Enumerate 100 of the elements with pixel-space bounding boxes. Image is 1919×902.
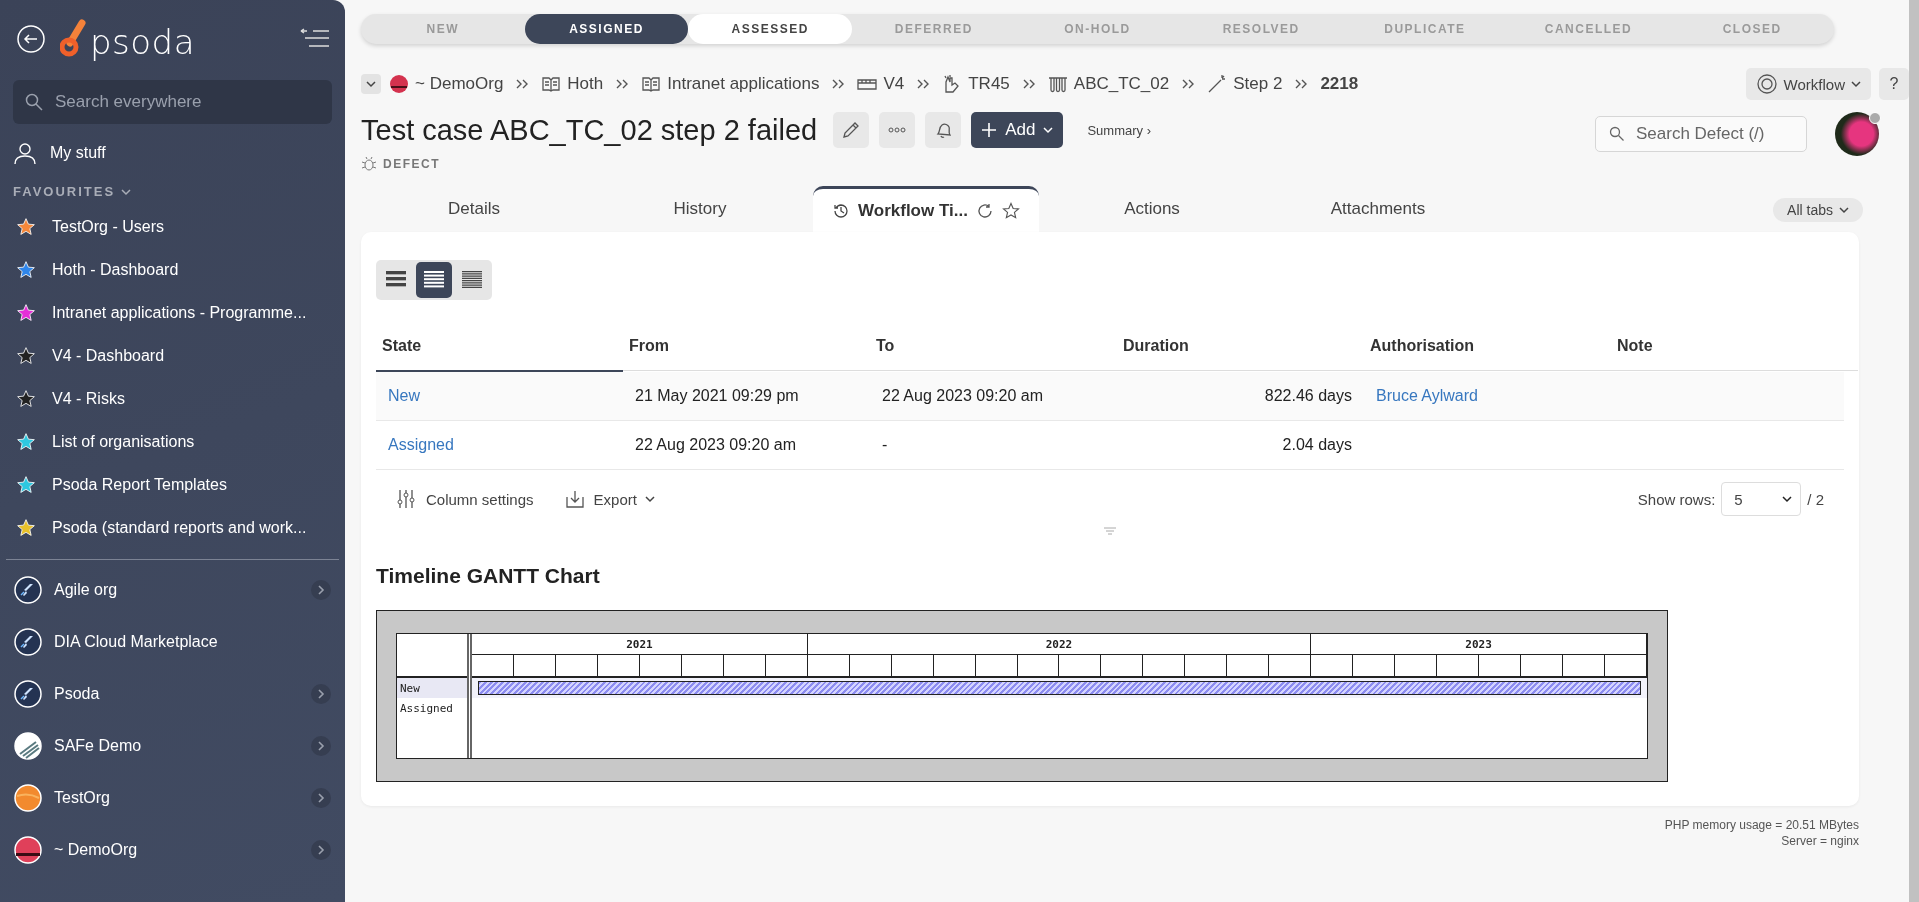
column-header[interactable]: From bbox=[623, 322, 870, 371]
more-button[interactable] bbox=[879, 112, 916, 148]
year-label: 2022 bbox=[1045, 637, 1073, 651]
collapse-menu-icon[interactable] bbox=[299, 28, 331, 50]
column-header[interactable]: To bbox=[870, 322, 1117, 371]
workflow-step[interactable]: ASSESSED bbox=[688, 14, 852, 44]
back-icon[interactable] bbox=[16, 24, 46, 54]
my-stuff-link[interactable]: My stuff bbox=[0, 132, 345, 174]
sliders-icon bbox=[396, 488, 418, 510]
bug-icon bbox=[361, 156, 377, 172]
breadcrumb-link[interactable]: ~ DemoOrg bbox=[415, 74, 504, 94]
breadcrumb-link[interactable]: V4 bbox=[883, 74, 905, 94]
table-cell: 822.46 days bbox=[1264, 387, 1352, 405]
wand-icon bbox=[1207, 74, 1228, 94]
refresh-icon[interactable] bbox=[975, 201, 994, 220]
sunset-avatar-icon bbox=[14, 836, 42, 864]
table-link[interactable]: Assigned bbox=[388, 436, 454, 454]
caret-icon bbox=[1839, 206, 1849, 214]
history-icon bbox=[832, 201, 851, 220]
view-density-button[interactable] bbox=[416, 262, 452, 298]
chevron-right-icon[interactable] bbox=[311, 788, 331, 808]
favourite-item[interactable]: List of organisations bbox=[0, 420, 345, 463]
column-header[interactable]: Duration bbox=[1117, 322, 1364, 371]
search-field[interactable]: Search Defect (/) bbox=[1595, 116, 1807, 152]
resize-handle-icon[interactable] bbox=[1103, 526, 1117, 536]
organisation-item[interactable]: ~ DemoOrg bbox=[0, 824, 345, 876]
organisation-item[interactable]: SAFe Demo bbox=[0, 720, 345, 772]
organisation-item[interactable]: TestOrg bbox=[0, 772, 345, 824]
double-chevron-icon bbox=[1021, 78, 1036, 90]
chevron-right-icon[interactable] bbox=[311, 736, 331, 756]
column-header[interactable]: Authorisation bbox=[1364, 322, 1611, 371]
gradient-avatar-icon bbox=[14, 784, 42, 812]
tab[interactable]: Actions bbox=[1039, 186, 1265, 232]
breadcrumb-link[interactable]: 2218 bbox=[1320, 74, 1359, 94]
tab[interactable]: Attachments bbox=[1265, 186, 1491, 232]
favourite-item[interactable]: Intranet applications - Programme... bbox=[0, 291, 345, 334]
memory-usage-text: PHP memory usage = 20.51 MBytes bbox=[1664, 818, 1859, 832]
workflow-button[interactable]: Workflow bbox=[1745, 68, 1871, 100]
column-header[interactable]: Note bbox=[1611, 322, 1858, 371]
help-button[interactable]: ? bbox=[1879, 68, 1909, 100]
lines-icon bbox=[460, 269, 484, 291]
striped-avatar-icon bbox=[14, 732, 42, 760]
avatar-photo-placeholder[interactable] bbox=[1835, 112, 1879, 156]
organisation-label: ~ DemoOrg bbox=[54, 841, 138, 859]
scrollbar[interactable] bbox=[1909, 0, 1919, 902]
rows-dropdown[interactable]: 5 bbox=[1721, 482, 1802, 516]
table-link[interactable]: New bbox=[388, 387, 420, 405]
favourite-item[interactable]: Psoda (standard reports and work... bbox=[0, 506, 345, 549]
tab[interactable]: Details bbox=[361, 186, 587, 232]
organisation-label: Agile org bbox=[54, 581, 118, 599]
favourite-label: Intranet applications - Programme... bbox=[52, 303, 307, 322]
favourite-label: V4 - Dashboard bbox=[52, 346, 165, 365]
breadcrumb-link[interactable]: Hoth bbox=[567, 74, 604, 94]
export-button[interactable]: Export bbox=[563, 488, 655, 510]
edit-button[interactable] bbox=[833, 112, 870, 148]
type-label: DEFECT bbox=[383, 157, 440, 171]
user-icon bbox=[14, 142, 36, 164]
column-settings-button[interactable]: Column settings bbox=[396, 488, 534, 510]
rocket-avatar-icon bbox=[14, 576, 42, 604]
favourite-label: Psoda Report Templates bbox=[52, 475, 227, 494]
workflow-step[interactable]: ASSIGNED bbox=[524, 14, 689, 44]
organisation-item[interactable]: Agile org bbox=[0, 564, 345, 616]
show-rows-label: Show rows: bbox=[1637, 490, 1716, 508]
table-link[interactable]: Bruce Aylward bbox=[1376, 387, 1478, 405]
favourite-label: List of organisations bbox=[52, 432, 195, 451]
all-tabs-button[interactable]: All tabs bbox=[1773, 198, 1863, 222]
tab[interactable]: Workflow Ti... bbox=[813, 186, 1039, 232]
table-cell: 22 Aug 2023 09:20 am bbox=[635, 436, 797, 454]
organisation-label: SAFe Demo bbox=[54, 737, 142, 755]
breadcrumb-link[interactable]: Intranet applications bbox=[667, 74, 820, 94]
favourite-item[interactable]: V4 - Dashboard bbox=[0, 334, 345, 377]
search-field[interactable]: Search everywhere bbox=[13, 80, 332, 124]
collapse-button[interactable] bbox=[361, 74, 381, 94]
bell-button[interactable] bbox=[925, 112, 962, 148]
favourites-heading[interactable]: FAVOURITES bbox=[0, 174, 345, 205]
plus-icon bbox=[981, 122, 998, 138]
breadcrumb-link[interactable]: TR45 bbox=[968, 74, 1010, 94]
organisation-item[interactable]: DIA Cloud Marketplace bbox=[0, 616, 345, 668]
table-cell: - bbox=[882, 436, 888, 454]
add-button[interactable]: Add bbox=[971, 112, 1064, 148]
chevron-right-icon[interactable] bbox=[311, 840, 331, 860]
organisation-item[interactable]: Psoda bbox=[0, 668, 345, 720]
tab[interactable]: History bbox=[587, 186, 813, 232]
favourite-item[interactable]: Hoth - Dashboard bbox=[0, 248, 345, 291]
year-label: 2023 bbox=[1465, 637, 1492, 651]
favourite-item[interactable]: Psoda Report Templates bbox=[0, 463, 345, 506]
chevron-right-icon[interactable] bbox=[311, 580, 331, 600]
year-label: 2021 bbox=[626, 637, 653, 651]
breadcrumb-link[interactable]: ABC_TC_02 bbox=[1073, 74, 1170, 94]
summary-link[interactable]: Summary › bbox=[1087, 122, 1151, 138]
favourite-item[interactable]: V4 - Risks bbox=[0, 377, 345, 420]
caret-icon bbox=[1043, 126, 1054, 134]
breadcrumb-link[interactable]: Step 2 bbox=[1233, 74, 1283, 94]
logo-icon bbox=[60, 19, 88, 59]
star-icon[interactable] bbox=[1001, 201, 1020, 220]
chevron-right-icon[interactable] bbox=[311, 684, 331, 704]
favourite-item[interactable]: TestOrg - Users bbox=[0, 205, 345, 248]
page-title: Test case ABC_TC_02 step 2 failed bbox=[361, 113, 818, 147]
rocket-avatar-icon bbox=[14, 628, 42, 656]
favourite-label: Psoda (standard reports and work... bbox=[52, 518, 307, 537]
